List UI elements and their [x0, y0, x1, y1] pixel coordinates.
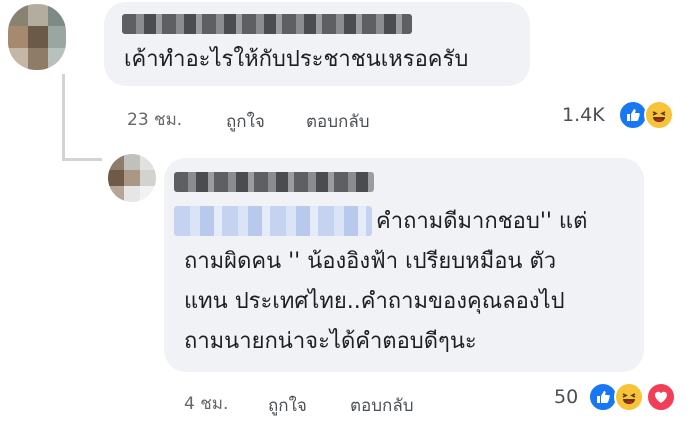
reply-bubble: คำถามดีมากชอบ'' แต่ ถามผิดคน '' น้องอิงฟ…	[164, 158, 644, 372]
thread-line-curve	[62, 158, 102, 161]
like-action[interactable]: ถูกใจ	[226, 108, 265, 135]
reply-timestamp[interactable]: 4 ชม.	[184, 390, 228, 417]
reply-text-line-1: คำถามดีมากชอบ'' แต่	[376, 209, 588, 234]
reaction-count[interactable]: 50	[554, 386, 578, 408]
thread-line-vertical	[62, 74, 65, 160]
author-name[interactable]	[174, 172, 374, 192]
haha-icon	[614, 382, 644, 412]
comment-timestamp[interactable]: 23 ชม.	[127, 106, 182, 133]
reply-text-line-2: ถามผิดคน '' น้องอิงฟ้า เปรียบหมือน ตัว	[184, 249, 557, 274]
like-action[interactable]: ถูกใจ	[268, 392, 307, 419]
mention-tag[interactable]	[174, 206, 372, 236]
author-name[interactable]	[122, 14, 412, 34]
reply-action[interactable]: ตอบกลับ	[306, 108, 370, 135]
reply-action[interactable]: ตอบกลับ	[350, 392, 414, 419]
avatar[interactable]	[8, 4, 66, 70]
comment-text: เค้าทำอะไรให้กับประชาชนเหรอครับ	[124, 47, 469, 72]
love-icon	[646, 382, 676, 412]
haha-icon	[644, 100, 674, 130]
comment-bubble: เค้าทำอะไรให้กับประชาชนเหรอครับ	[104, 2, 530, 86]
reply-text-line-4: ถามนายกน่าจะได้คำตอบดีๆนะ	[184, 329, 477, 354]
reaction-count[interactable]: 1.4K	[562, 104, 605, 126]
avatar[interactable]	[108, 154, 156, 202]
reply-text-line-3: แทน ประเทศไทย..คำถามของคุณลองไป	[184, 289, 565, 314]
